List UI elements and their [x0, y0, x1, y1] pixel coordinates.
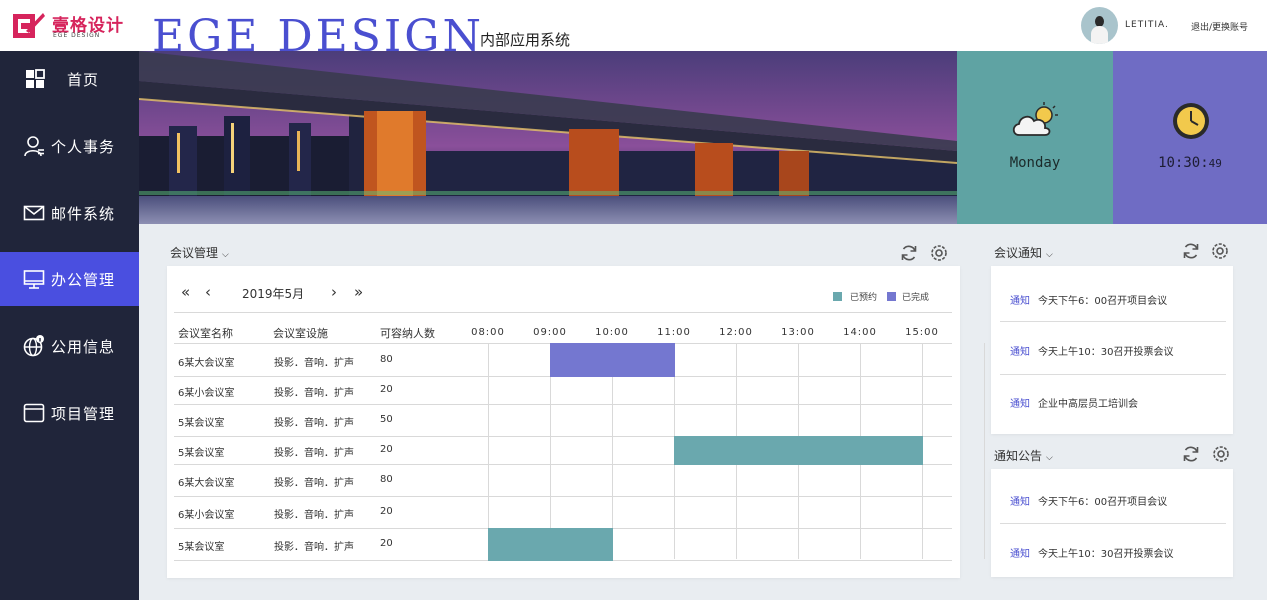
gear-icon[interactable] — [929, 243, 949, 263]
cloudy-sun-icon — [1012, 102, 1058, 136]
system-title: 内部应用系统 — [480, 31, 571, 49]
banner-image — [139, 51, 957, 224]
weather-widget: Monday — [957, 51, 1113, 224]
booking-block[interactable] — [550, 343, 675, 377]
bridge-night-image — [139, 51, 957, 224]
table-cell-capacity: 80 — [380, 353, 393, 365]
prev-month-button[interactable]: ‹ — [205, 283, 211, 301]
legend-swatch-done — [887, 292, 896, 301]
sidebar-item-mail[interactable]: 邮件系统 — [0, 186, 139, 240]
table-cell-facility: 投影．音响．扩声 — [274, 418, 354, 429]
legend-swatch-booked — [833, 292, 842, 301]
sidebar-item-personal[interactable]: 个人事务 — [0, 119, 139, 173]
refresh-icon[interactable] — [1181, 241, 1201, 261]
sidebar-item-label: 项目管理 — [51, 404, 116, 423]
table-cell-facility: 投影．音响．扩声 — [274, 478, 354, 489]
monitor-icon — [23, 270, 45, 289]
sidebar-item-label: 首页 — [67, 70, 100, 89]
meeting-notice-title[interactable]: 会议通知 ⌵ — [994, 244, 1053, 261]
weather-day: Monday — [1009, 155, 1061, 171]
gear-icon[interactable] — [1210, 241, 1230, 261]
brand-watermark: EGE DESIGN — [152, 12, 482, 51]
prev-year-button[interactable]: « — [181, 283, 190, 301]
table-cell-capacity: 80 — [380, 474, 393, 485]
legend-label-done: 已完成 — [902, 293, 930, 303]
list-item[interactable]: 通知 今天上午10：30召开投票会议 — [1010, 545, 1173, 560]
table-cell-capacity: 50 — [380, 414, 393, 425]
sidebar-item-label: 邮件系统 — [51, 204, 116, 223]
list-item[interactable]: 通知 企业中高层员工培训会 — [1010, 395, 1138, 410]
mail-icon — [23, 205, 45, 221]
meeting-panel-title[interactable]: 会议管理 ⌵ — [170, 244, 229, 261]
sidebar-item-project[interactable]: 项目管理 — [0, 386, 139, 440]
logo-subtext: EGE DESIGN — [53, 32, 101, 39]
refresh-icon[interactable] — [899, 243, 919, 263]
table-cell-name: 6某大会议室 — [178, 478, 235, 489]
column-header-facility: 会议室设施 — [273, 327, 328, 340]
time-header: 13:00 — [781, 327, 815, 338]
avatar[interactable] — [1081, 7, 1118, 44]
sidebar-item-public-info[interactable]: 公用信息 — [0, 319, 139, 373]
booking-block[interactable] — [488, 528, 613, 561]
table-cell-name: 6某大会议室 — [178, 357, 235, 369]
clock-widget: 10:30:49 — [1113, 51, 1267, 224]
company-logo[interactable]: 壹格设计 EGE DESIGN — [12, 9, 132, 43]
table-cell-name: 5某会议室 — [178, 542, 225, 553]
time-header: 08:00 — [471, 327, 505, 338]
sidebar-item-label: 公用信息 — [51, 337, 116, 356]
table-cell-capacity: 20 — [380, 384, 393, 395]
column-header-room: 会议室名称 — [178, 327, 233, 340]
time-header: 10:00 — [595, 327, 629, 338]
list-item[interactable]: 通知 今天下午6：00召开项目会议 — [1010, 292, 1167, 307]
window-icon — [23, 403, 45, 423]
time-header: 12:00 — [719, 327, 753, 338]
username: LETITIA. — [1125, 20, 1169, 30]
list-item[interactable]: 通知 今天上午10：30召开投票会议 — [1010, 343, 1173, 358]
time-header: 09:00 — [533, 327, 567, 338]
list-item[interactable]: 通知 今天下午6：00召开项目会议 — [1010, 493, 1167, 508]
logout-link[interactable]: 退出/更换账号 — [1191, 20, 1248, 33]
table-cell-name: 6某小会议室 — [178, 388, 235, 399]
user-icon — [24, 136, 44, 157]
logo-mark-icon — [13, 13, 45, 38]
chevron-down-icon: ⌵ — [1046, 453, 1053, 463]
chevron-down-icon: ⌵ — [222, 250, 229, 260]
table-cell-facility: 投影．音响．扩声 — [274, 388, 354, 399]
time-header: 15:00 — [905, 327, 939, 338]
refresh-icon[interactable] — [1181, 444, 1201, 464]
booking-block[interactable] — [674, 436, 923, 465]
table-cell-capacity: 20 — [380, 444, 393, 455]
clock-time: 10:30:49 — [1158, 155, 1222, 171]
top-header: 壹格设计 EGE DESIGN EGE DESIGN 内部应用系统 LETITI… — [0, 0, 1267, 51]
sidebar-item-label: 办公管理 — [51, 270, 116, 289]
table-cell-capacity: 20 — [380, 538, 393, 549]
table-cell-facility: 投影．音响．扩声 — [274, 510, 354, 521]
chevron-down-icon: ⌵ — [1046, 250, 1053, 260]
column-header-capacity: 可容纳人数 — [380, 327, 435, 340]
table-cell-name: 5某会议室 — [178, 448, 225, 459]
table-cell-facility: 投影．音响．扩声 — [274, 357, 354, 369]
globe-info-icon — [23, 335, 44, 357]
time-header: 14:00 — [843, 327, 877, 338]
table-cell-name: 5某会议室 — [178, 418, 225, 429]
sidebar-item-home[interactable]: 首页 — [0, 52, 139, 106]
sidebar-item-office[interactable]: 办公管理 — [0, 252, 139, 306]
next-month-button[interactable]: › — [331, 283, 337, 301]
sidebar-item-label: 个人事务 — [51, 137, 116, 156]
table-cell-facility: 投影．音响．扩声 — [274, 542, 354, 553]
announcement-title[interactable]: 通知公告 ⌵ — [994, 447, 1053, 464]
gear-icon[interactable] — [1211, 444, 1231, 464]
time-header: 11:00 — [657, 327, 691, 338]
grid-icon — [26, 69, 45, 88]
calendar-month: 2019年5月 — [242, 287, 305, 301]
table-cell-capacity: 20 — [380, 506, 393, 517]
table-top-rule — [174, 312, 952, 313]
table-cell-name: 6某小会议室 — [178, 510, 235, 521]
clock-icon — [1173, 103, 1209, 139]
sidebar: 首页 个人事务 邮件系统 办公管理 公用信息 项目管理 — [0, 51, 139, 600]
table-cell-facility: 投影．音响．扩声 — [274, 448, 354, 459]
legend-label-booked: 已预约 — [850, 293, 878, 303]
next-year-button[interactable]: » — [354, 283, 363, 301]
